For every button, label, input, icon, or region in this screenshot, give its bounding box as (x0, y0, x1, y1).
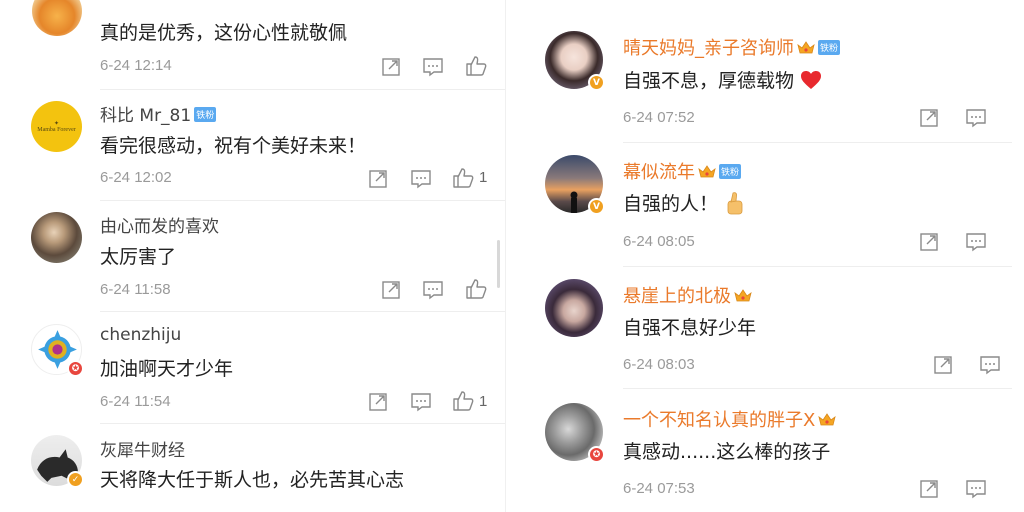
avatar[interactable]: ✪ (31, 324, 84, 377)
avatar[interactable]: ✪ (545, 403, 605, 463)
comment-time: 6-24 11:54 (100, 393, 171, 410)
avatar[interactable]: V (545, 31, 605, 91)
divider (100, 89, 505, 90)
comment-time: 6-24 08:05 (623, 233, 695, 250)
comment-text: 加油啊天才少年 (100, 358, 234, 380)
divider (623, 142, 1012, 143)
verified-badge-icon: ✓ (67, 471, 84, 488)
comment-icon[interactable] (965, 478, 987, 500)
comment-text: 真的是优秀，这份心性就敬佩 (100, 22, 348, 44)
comment-text: 自强不息好少年 (623, 317, 757, 339)
comment-text: 太厉害了 (100, 246, 177, 268)
divider (623, 388, 1012, 389)
verified-badge-icon: V (588, 198, 605, 215)
comment-time: 6-24 12:14 (100, 57, 172, 74)
divider (100, 423, 505, 424)
comment-author[interactable]: 幕似流年 铁粉 (623, 158, 742, 184)
comment-icon[interactable] (422, 56, 444, 78)
left-comment-panel: 真的是优秀，这份心性就敬佩 6-24 12:14 ✦ Mamba Forever… (0, 0, 505, 512)
like-count: 1 (479, 169, 488, 186)
verified-badge-icon: V (588, 74, 605, 91)
comment-author[interactable]: 一个不知名认真的胖子X (623, 406, 837, 432)
avatar[interactable]: V (545, 155, 605, 215)
comment-text: 真感动......这么棒的孩子 (623, 441, 831, 463)
fan-badge: 铁粉 (719, 164, 742, 179)
thumbs-up-icon[interactable] (452, 390, 474, 412)
like-count: 1 (479, 393, 488, 410)
comment-time: 6-24 11:58 (100, 281, 171, 298)
share-icon[interactable] (918, 231, 940, 253)
share-icon[interactable] (367, 391, 389, 413)
comment-author[interactable]: 晴天妈妈_亲子咨询师 铁粉 (623, 34, 841, 60)
comment-time: 6-24 08:03 (623, 356, 695, 373)
thumbs-up-emoji (727, 192, 743, 215)
crown-badge-icon (734, 289, 752, 302)
comment-author[interactable]: 科比 Mr_81 铁粉 (100, 101, 217, 126)
comment-time: 6-24 07:52 (623, 109, 695, 126)
comment-author[interactable]: chenzhiju (100, 325, 181, 345)
comment-text: 天将降大任于斯人也，必先苦其心志 (100, 469, 405, 491)
crown-badge-icon (698, 165, 716, 178)
comment-author[interactable]: 灰犀牛财经 (100, 436, 185, 461)
avatar[interactable] (32, 0, 82, 36)
thumbs-up-icon[interactable] (452, 167, 474, 189)
avatar[interactable] (545, 279, 603, 337)
comment-icon[interactable] (410, 391, 432, 413)
crown-badge-icon (797, 41, 815, 54)
avatar[interactable] (31, 212, 82, 263)
divider (100, 200, 505, 201)
share-icon[interactable] (380, 279, 402, 301)
comment-time: 6-24 12:02 (100, 169, 172, 186)
share-icon[interactable] (918, 107, 940, 129)
comment-text: 看完很感动，祝有个美好未来！ (100, 135, 367, 157)
thumbs-up-icon[interactable] (465, 278, 487, 300)
fan-badge: 铁粉 (194, 107, 217, 122)
member-badge-icon: ✪ (588, 446, 605, 463)
comment-icon[interactable] (422, 279, 444, 301)
share-icon[interactable] (918, 478, 940, 500)
member-badge-icon: ✪ (67, 360, 84, 377)
comment-icon[interactable] (410, 168, 432, 190)
avatar[interactable]: ✓ (31, 435, 84, 488)
crown-badge-icon (818, 413, 837, 426)
avatar-logo-text: Mamba Forever (37, 127, 76, 133)
comment-author[interactable]: 由心而发的喜欢 (100, 212, 219, 237)
comment-icon[interactable] (965, 231, 987, 253)
comment-author[interactable]: 悬崖上的北极 (623, 282, 752, 308)
comment-icon[interactable] (965, 107, 987, 129)
comment-icon[interactable] (979, 354, 1001, 376)
right-comment-panel: V 晴天妈妈_亲子咨询师 铁粉 自强不息，厚德载物 6-24 07:52 V 幕似… (506, 0, 1024, 512)
comment-text: 自强的人！ (623, 189, 746, 216)
share-icon[interactable] (380, 56, 402, 78)
avatar[interactable]: ✦ Mamba Forever (31, 101, 82, 152)
comment-text: 自强不息，厚德载物 (623, 66, 822, 93)
divider (100, 311, 505, 312)
divider (623, 266, 1012, 267)
comment-time: 6-24 07:53 (623, 480, 695, 497)
share-icon[interactable] (367, 168, 389, 190)
share-icon[interactable] (932, 354, 954, 376)
scrollbar[interactable] (497, 240, 500, 288)
thumbs-up-icon[interactable] (465, 55, 487, 77)
fan-badge: 铁粉 (818, 40, 841, 55)
red-heart-emoji (801, 71, 822, 89)
